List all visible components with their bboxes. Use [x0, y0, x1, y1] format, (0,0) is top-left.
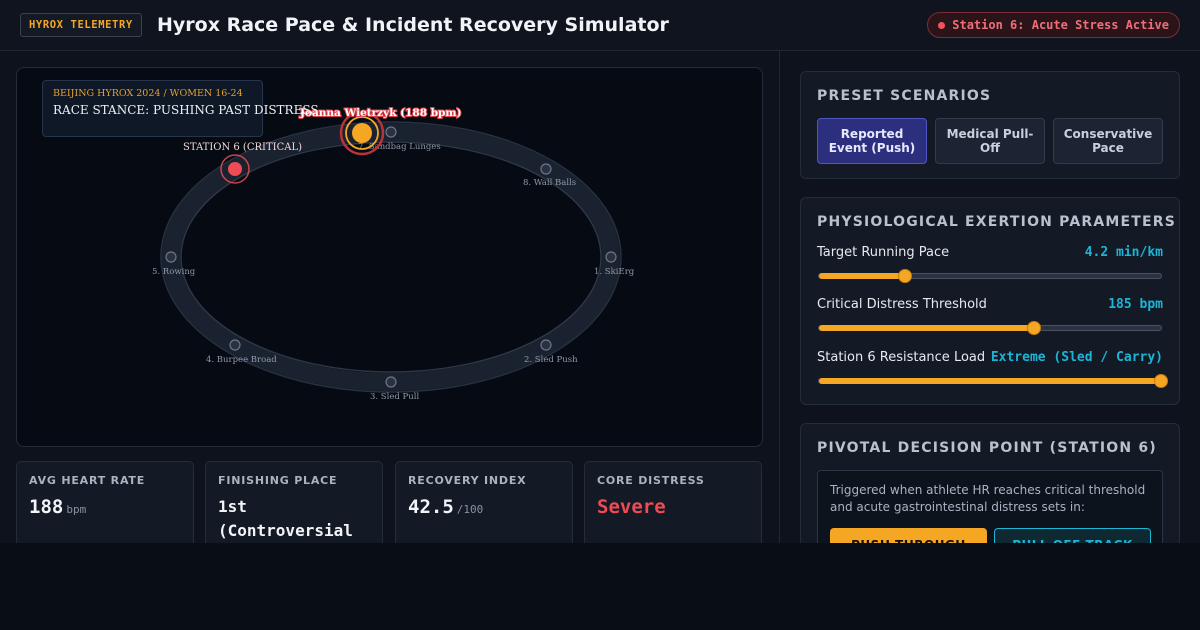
slider-fill: [819, 325, 1034, 331]
slider-fill: [819, 273, 905, 279]
param-resistance-load: Station 6 Resistance Load Extreme (Sled …: [817, 349, 1168, 393]
heart-rate-unit: bpm: [66, 503, 87, 516]
stat-card-recovery-index: RECOVERY INDEX 42.5/100: [395, 461, 573, 543]
stat-label: RECOVERY INDEX: [408, 474, 527, 487]
push-through-button[interactable]: PUSH THROUGH: [830, 528, 987, 543]
param-value: 4.2 min/km: [1084, 245, 1163, 260]
slider-thumb[interactable]: [1154, 374, 1168, 388]
slider-thumb[interactable]: [898, 269, 912, 283]
recovery-index-unit: /100: [456, 503, 484, 516]
event-info-box: BEIJING HYROX 2024 / WOMEN 16-24 RACE ST…: [42, 80, 319, 137]
stat-label: CORE DISTRESS: [597, 474, 705, 487]
right-column: PRESET SCENARIOS Reported Event (Push) M…: [781, 51, 1200, 543]
stat-label: FINISHING PLACE: [218, 474, 338, 487]
slider-fill: [819, 378, 1161, 384]
preset-medical-pull-off-button[interactable]: Medical Pull-Off: [935, 118, 1045, 164]
param-value: Extreme (Sled / Carry): [990, 350, 1163, 365]
decision-description: Triggered when athlete HR reaches critic…: [830, 483, 1146, 514]
preset-reported-event-button[interactable]: Reported Event (Push): [817, 118, 927, 164]
station-label-8: 8. Wall Balls: [523, 178, 576, 188]
stat-value-finishing-place: 1st (Controversial: [218, 497, 353, 540]
top-header: HYROX TELEMETRY Hyrox Race Pace & Incide…: [0, 0, 1200, 51]
alert-dot-icon: [938, 22, 946, 29]
stat-card-core-distress: CORE DISTRESS Severe: [584, 461, 762, 543]
page-background-strip: [0, 543, 1200, 630]
param-label: Station 6 Resistance Load: [817, 350, 986, 365]
param-running-pace: Target Running Pace 4.2 min/km: [817, 244, 1163, 288]
param-distress-threshold: Critical Distress Threshold 185 bpm: [817, 296, 1163, 340]
station-label-4: 4. Burpee Broad: [206, 355, 277, 365]
card-title: PHYSIOLOGICAL EXERTION PARAMETERS: [817, 214, 1177, 230]
resistance-load-slider[interactable]: [818, 374, 1168, 388]
card-title: PIVOTAL DECISION POINT (STATION 6): [817, 440, 1157, 456]
status-text: Station 6: Acute Stress Active: [952, 18, 1169, 32]
race-stance: RACE STANCE: PUSHING PAST DISTRESS: [53, 103, 319, 117]
slider-thumb[interactable]: [1027, 321, 1041, 335]
exertion-parameters-card: PHYSIOLOGICAL EXERTION PARAMETERS Target…: [800, 197, 1180, 405]
app-window: HYROX TELEMETRY Hyrox Race Pace & Incide…: [0, 0, 1200, 543]
card-title: PRESET SCENARIOS: [817, 88, 992, 104]
pull-off-track-button[interactable]: PULL OFF TRACK: [994, 528, 1151, 543]
brand-badge: HYROX TELEMETRY: [20, 13, 142, 37]
param-value: 185 bpm: [1108, 297, 1163, 312]
preset-conservative-pace-button[interactable]: Conservative Pace: [1053, 118, 1163, 164]
track-inner-edge: [180, 141, 602, 373]
page-title: Hyrox Race Pace & Incident Recovery Simu…: [157, 14, 669, 36]
event-subtitle: BEIJING HYROX 2024 / WOMEN 16-24: [53, 88, 243, 99]
status-badge: Station 6: Acute Stress Active: [927, 12, 1180, 38]
stat-card-heart-rate: AVG HEART RATE 188 bpm: [16, 461, 194, 543]
station-label-5: 5. Rowing: [152, 267, 196, 277]
station-label-1: 1. SkiErg: [594, 267, 635, 277]
stat-label: AVG HEART RATE: [29, 474, 146, 487]
left-column: 1. SkiErg 2. Sled Push 3. Sled Pull 4. B…: [0, 51, 780, 543]
station-label-2: 2. Sled Push: [524, 355, 578, 365]
param-label: Target Running Pace: [817, 245, 950, 260]
running-pace-slider[interactable]: [818, 269, 1162, 283]
stat-value-recovery-index: 42.5/100: [408, 495, 483, 522]
stat-card-finishing-place: FINISHING PLACE 1st (Controversial: [205, 461, 383, 543]
race-track-panel: 1. SkiErg 2. Sled Push 3. Sled Pull 4. B…: [16, 67, 763, 447]
stat-value-core-distress: Severe: [597, 496, 666, 518]
recovery-index-number: 42.5: [408, 496, 454, 518]
stats-row: AVG HEART RATE 188 bpm FINISHING PLACE 1s…: [16, 461, 763, 543]
distress-threshold-slider[interactable]: [818, 321, 1162, 335]
station-label-3: 3. Sled Pull: [370, 392, 419, 402]
runner-label: Joanna Wietrzyk (188 bpm): [299, 107, 461, 119]
decision-box: Triggered when athlete HR reaches critic…: [817, 470, 1163, 543]
heart-rate-number: 188: [29, 496, 64, 518]
param-label: Critical Distress Threshold: [817, 297, 987, 312]
decision-point-card: PIVOTAL DECISION POINT (STATION 6) Trigg…: [800, 423, 1180, 543]
stat-value-heart-rate: 188 bpm: [29, 495, 86, 522]
critical-station-label: STATION 6 (CRITICAL): [183, 142, 302, 153]
preset-scenarios-card: PRESET SCENARIOS Reported Event (Push) M…: [800, 71, 1180, 179]
